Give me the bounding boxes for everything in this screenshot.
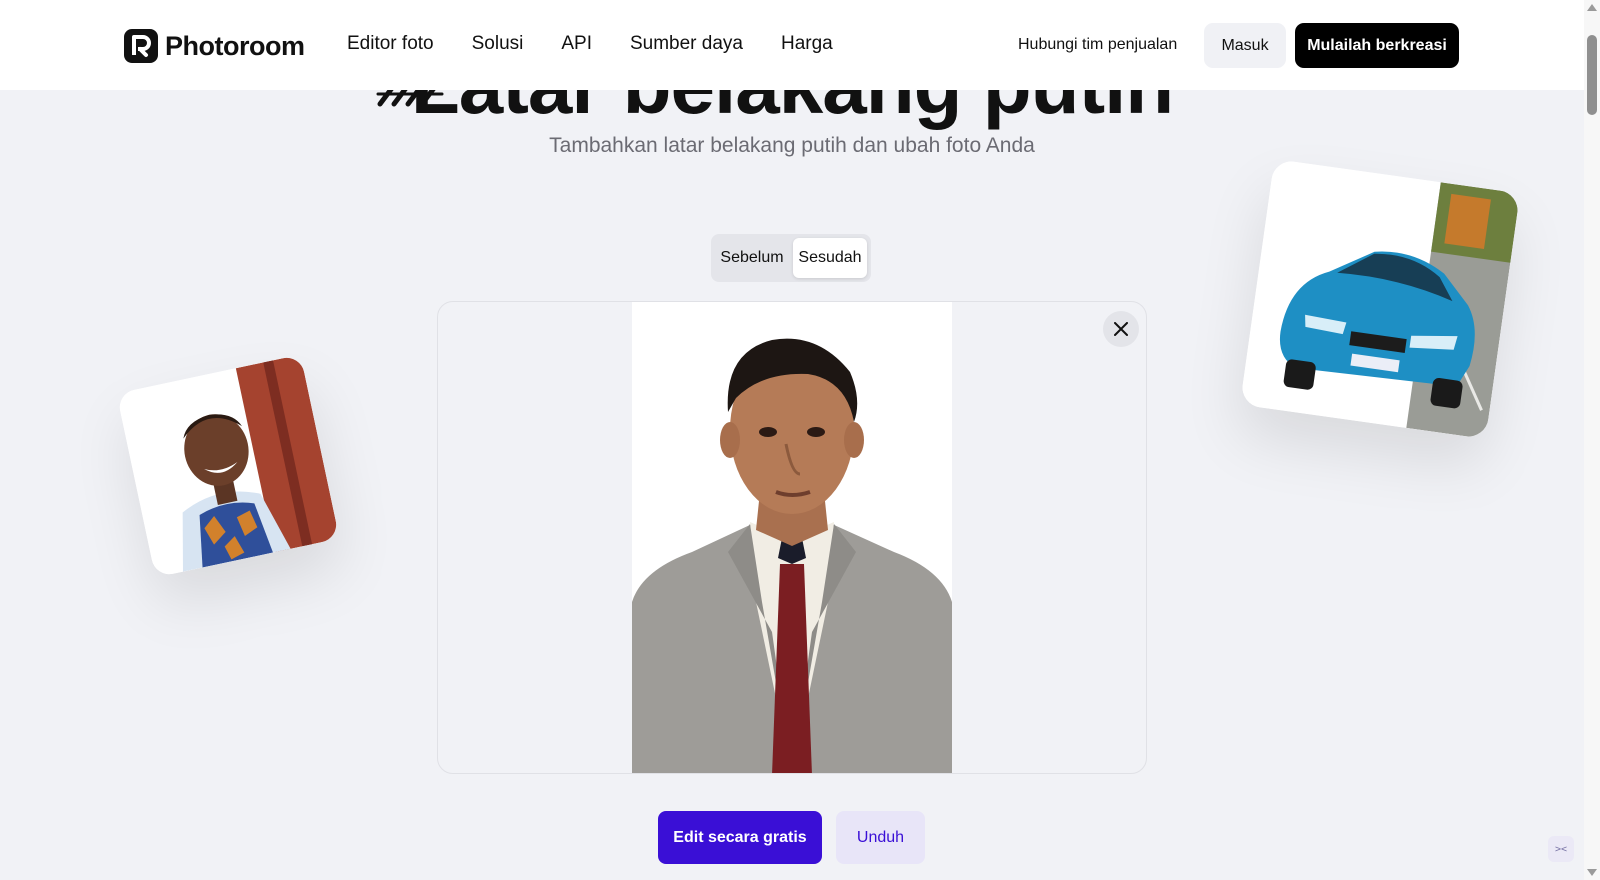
logo[interactable]: Photoroom bbox=[124, 29, 305, 63]
download-button[interactable]: Unduh bbox=[836, 811, 925, 864]
toggle-before[interactable]: Sebelum bbox=[715, 238, 789, 278]
example-card-car bbox=[1239, 158, 1521, 440]
contact-sales-link[interactable]: Hubungi tim penjualan bbox=[1018, 36, 1177, 54]
start-creating-button[interactable]: Mulailah berkreasi bbox=[1295, 23, 1459, 68]
scroll-thumb[interactable] bbox=[1587, 35, 1597, 115]
login-button[interactable]: Masuk bbox=[1204, 23, 1286, 68]
main-nav: Editor foto Solusi API Sumber daya Harga bbox=[347, 33, 833, 55]
preview-card bbox=[437, 301, 1147, 774]
nav-item-solusi[interactable]: Solusi bbox=[472, 33, 524, 55]
nav-item-api[interactable]: API bbox=[561, 33, 592, 55]
scroll-up-arrow-icon[interactable] bbox=[1587, 4, 1597, 11]
site-header: Photoroom Editor foto Solusi API Sumber … bbox=[0, 0, 1584, 90]
example-card-portrait bbox=[116, 354, 340, 578]
scroll-down-arrow-icon[interactable] bbox=[1587, 869, 1597, 876]
hero-subtitle: Tambahkan latar belakang putih dan ubah … bbox=[549, 134, 1035, 157]
portrait-example-image bbox=[116, 354, 340, 578]
code-widget-icon[interactable]: >< bbox=[1548, 836, 1574, 862]
close-icon bbox=[1114, 322, 1128, 336]
result-photo bbox=[632, 302, 952, 773]
edit-free-button[interactable]: Edit secara gratis bbox=[658, 811, 822, 864]
close-button[interactable] bbox=[1103, 311, 1139, 347]
page-scrollbar[interactable] bbox=[1584, 0, 1600, 880]
toggle-after[interactable]: Sesudah bbox=[793, 238, 867, 278]
nav-item-harga[interactable]: Harga bbox=[781, 33, 833, 55]
before-after-toggle: Sebelum Sesudah bbox=[711, 234, 871, 282]
nav-item-editor-foto[interactable]: Editor foto bbox=[347, 33, 434, 55]
car-example-image bbox=[1239, 158, 1521, 440]
nav-item-sumber-daya[interactable]: Sumber daya bbox=[630, 33, 743, 55]
portrait-result-image bbox=[632, 302, 952, 773]
logo-text: Photoroom bbox=[165, 30, 305, 61]
photoroom-logo-icon bbox=[124, 29, 158, 63]
